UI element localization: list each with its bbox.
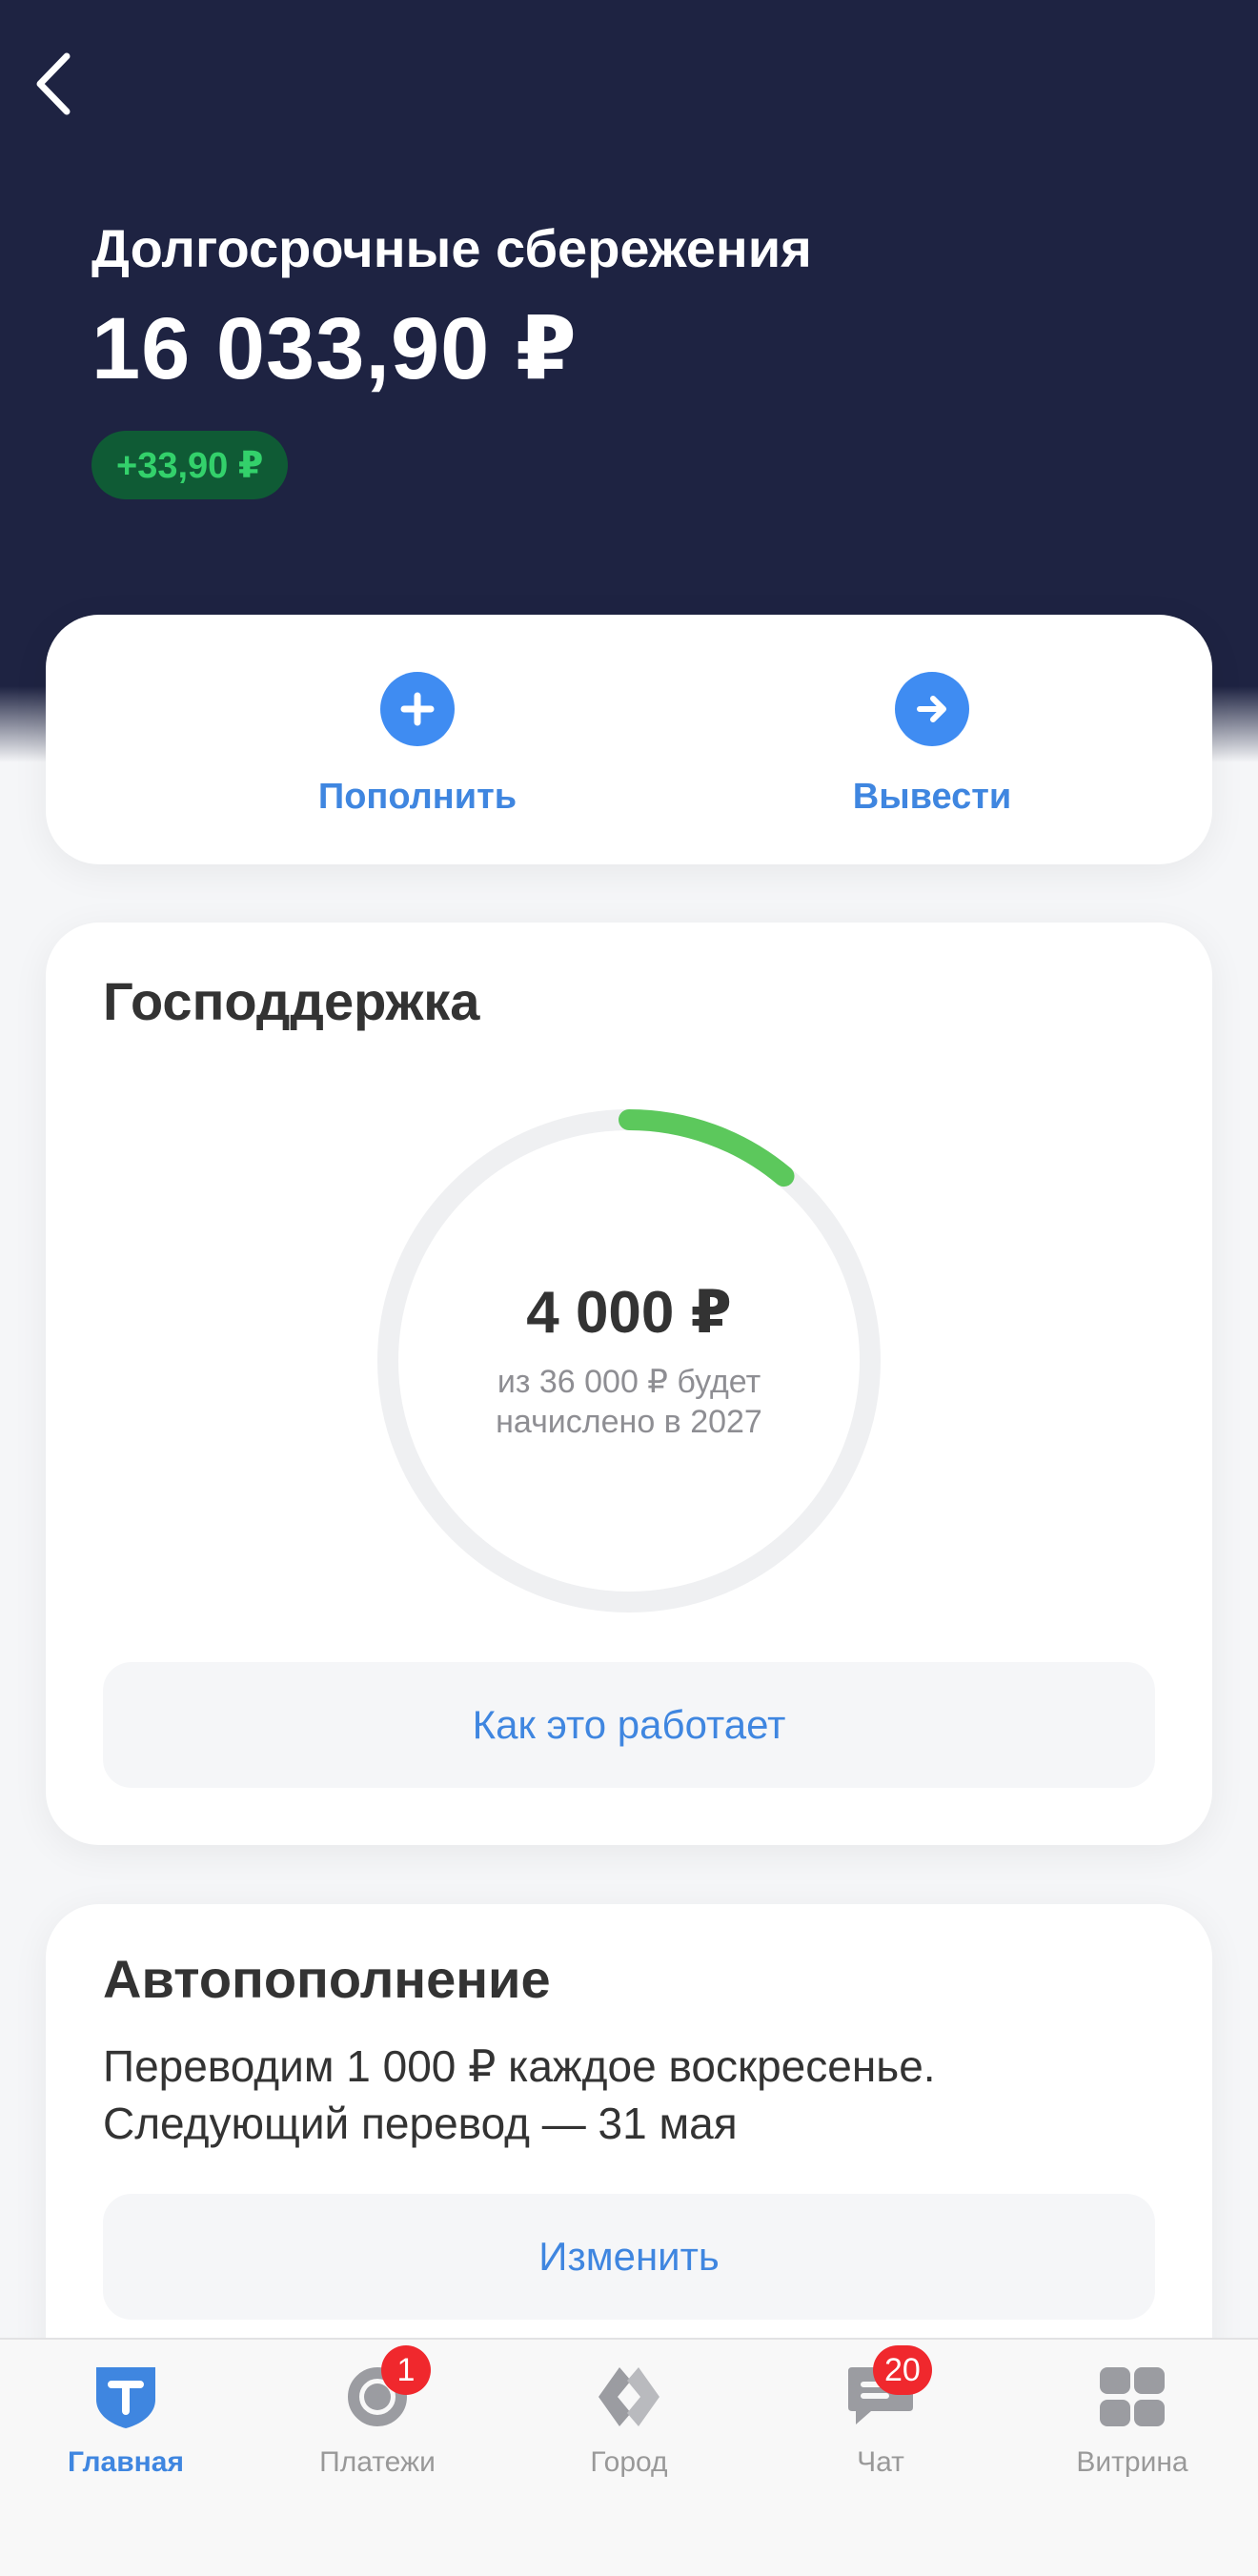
- payments-badge: 1: [381, 2345, 431, 2395]
- actions-card: Пополнить Вывести: [46, 615, 1212, 864]
- support-caption: из 36 000 ₽ будет начислено в 2027: [372, 1362, 886, 1442]
- arrow-right-icon: [895, 672, 969, 746]
- withdraw-button[interactable]: Вывести: [741, 672, 1123, 818]
- balance-amount: 16 033,90 ₽: [91, 300, 578, 397]
- tab-home[interactable]: Главная: [0, 2359, 252, 2502]
- withdraw-label: Вывести: [852, 777, 1012, 817]
- tab-city[interactable]: Город: [503, 2359, 755, 2502]
- tab-city-label: Город: [590, 2446, 668, 2478]
- tab-chat[interactable]: 20 Чат: [755, 2345, 1006, 2502]
- tab-showcase[interactable]: Витрина: [1006, 2359, 1258, 2502]
- page-title: Долгосрочные сбережения: [91, 218, 812, 278]
- autotopup-line2: Следующий перевод — 31 мая: [103, 2099, 738, 2148]
- topup-button[interactable]: Пополнить: [227, 672, 608, 818]
- autotopup-title: Автопополнение: [103, 1949, 551, 2009]
- showcase-icon: [1094, 2359, 1170, 2435]
- topup-label: Пополнить: [317, 777, 517, 817]
- payments-icon: 1: [339, 2345, 431, 2435]
- how-it-works-button[interactable]: Как это работает: [103, 1662, 1155, 1788]
- autotopup-description: Переводим 1 000 ₽ каждое воскресенье. Сл…: [103, 2038, 1151, 2152]
- autotopup-card: Автопополнение Переводим 1 000 ₽ каждое …: [46, 1904, 1212, 2400]
- tab-bar: Главная 1 Платежи Город 20 Чат Витрина: [0, 2338, 1258, 2576]
- tab-payments[interactable]: 1 Платежи: [252, 2345, 503, 2502]
- tab-chat-label: Чат: [857, 2446, 904, 2478]
- back-button[interactable]: [25, 46, 82, 122]
- plus-icon: [380, 672, 455, 746]
- support-caption-line1: из 36 000 ₽ будет: [497, 1364, 761, 1400]
- income-badge: +33,90 ₽: [91, 431, 289, 499]
- home-shield-icon: [88, 2359, 164, 2435]
- chevron-left-icon: [36, 52, 71, 115]
- support-amount: 4 000 ₽: [526, 1280, 732, 1346]
- tab-payments-label: Платежи: [319, 2446, 436, 2478]
- gov-support-title: Господдержка: [103, 971, 480, 1031]
- chat-icon: 20: [842, 2345, 932, 2435]
- tab-home-label: Главная: [67, 2446, 184, 2478]
- progress-center: 4 000 ₽ из 36 000 ₽ будет начислено в 20…: [372, 1277, 886, 1442]
- support-caption-line2: начислено в 2027: [496, 1404, 762, 1440]
- chat-badge: 20: [873, 2345, 932, 2395]
- edit-autotopup-button[interactable]: Изменить: [103, 2194, 1155, 2320]
- gov-support-card: Господдержка 4 000 ₽ из 36 000 ₽ будет н…: [46, 923, 1212, 1845]
- tab-showcase-label: Витрина: [1076, 2446, 1188, 2478]
- city-icon: [591, 2359, 667, 2435]
- autotopup-line1: Переводим 1 000 ₽ каждое воскресенье.: [103, 2041, 936, 2091]
